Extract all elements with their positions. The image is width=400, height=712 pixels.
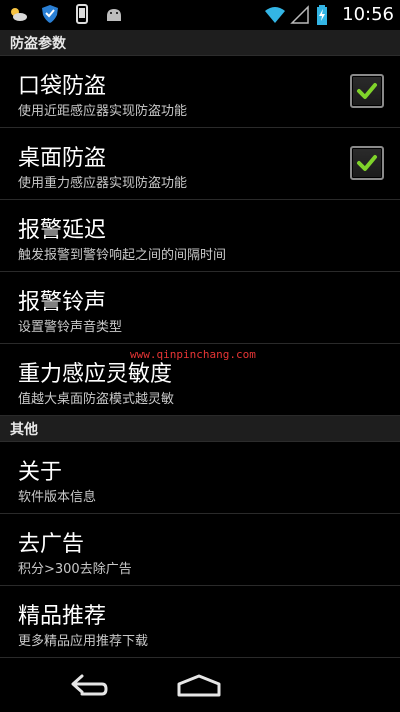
pref-item-recommended-apps[interactable]: 精品推荐 更多精品应用推荐下载 — [0, 586, 400, 658]
navigation-bar — [0, 660, 400, 712]
wifi-icon — [264, 5, 286, 25]
weather-icon — [8, 4, 28, 24]
status-time: 10:56 — [342, 4, 394, 25]
pref-item-about[interactable]: 关于 软件版本信息 — [0, 442, 400, 514]
pocket-antitheft-checkbox[interactable] — [350, 74, 384, 108]
pref-summary: 更多精品应用推荐下载 — [18, 634, 149, 649]
phone-icon — [72, 4, 92, 24]
signal-icon — [290, 5, 310, 25]
pref-summary: 设置警铃声音类型 — [18, 320, 123, 335]
pref-summary: 积分>300去除广告 — [18, 562, 132, 577]
pref-item-alarm-ringtone[interactable]: 报警铃声 设置警铃声音类型 — [0, 272, 400, 344]
section-header-anti-theft-params: 防盗参数 — [0, 30, 400, 56]
pref-title: 精品推荐 — [18, 604, 107, 629]
check-icon — [357, 155, 377, 171]
watermark-text: www.qinpinchang.com — [130, 348, 256, 361]
pref-title: 去广告 — [18, 532, 85, 557]
shield-icon — [40, 4, 60, 24]
pref-summary: 使用近距感应器实现防盗功能 — [18, 104, 188, 119]
section-header-other: 其他 — [0, 416, 400, 442]
android-icon — [104, 4, 124, 24]
battery-icon — [316, 5, 336, 25]
pref-item-pocket-antitheft[interactable]: 口袋防盗 使用近距感应器实现防盗功能 — [0, 56, 400, 128]
pref-title: 关于 — [18, 460, 63, 485]
notification-icons — [8, 4, 124, 24]
pref-title: 报警延迟 — [18, 218, 107, 243]
pref-title: 报警铃声 — [18, 290, 107, 315]
system-icons: 10:56 — [264, 3, 394, 27]
home-icon[interactable] — [176, 674, 222, 702]
pref-item-desktop-antitheft[interactable]: 桌面防盗 使用重力感应器实现防盗功能 — [0, 128, 400, 200]
check-icon — [357, 83, 377, 99]
pref-summary: 值越大桌面防盗模式越灵敏 — [18, 392, 175, 407]
pref-item-remove-ads[interactable]: 去广告 积分>300去除广告 — [0, 514, 400, 586]
pref-title: 桌面防盗 — [18, 146, 107, 171]
pref-summary: 软件版本信息 — [18, 490, 97, 505]
status-bar: 10:56 — [0, 0, 400, 30]
pref-title: 口袋防盗 — [18, 74, 107, 99]
back-icon[interactable] — [68, 672, 108, 704]
pref-summary: 使用重力感应器实现防盗功能 — [18, 176, 188, 191]
section-title: 防盗参数 — [10, 36, 66, 52]
pref-summary: 触发报警到警铃响起之间的间隔时间 — [18, 248, 227, 263]
section-title: 其他 — [10, 422, 38, 438]
pref-item-alarm-delay[interactable]: 报警延迟 触发报警到警铃响起之间的间隔时间 — [0, 200, 400, 272]
desktop-antitheft-checkbox[interactable] — [350, 146, 384, 180]
